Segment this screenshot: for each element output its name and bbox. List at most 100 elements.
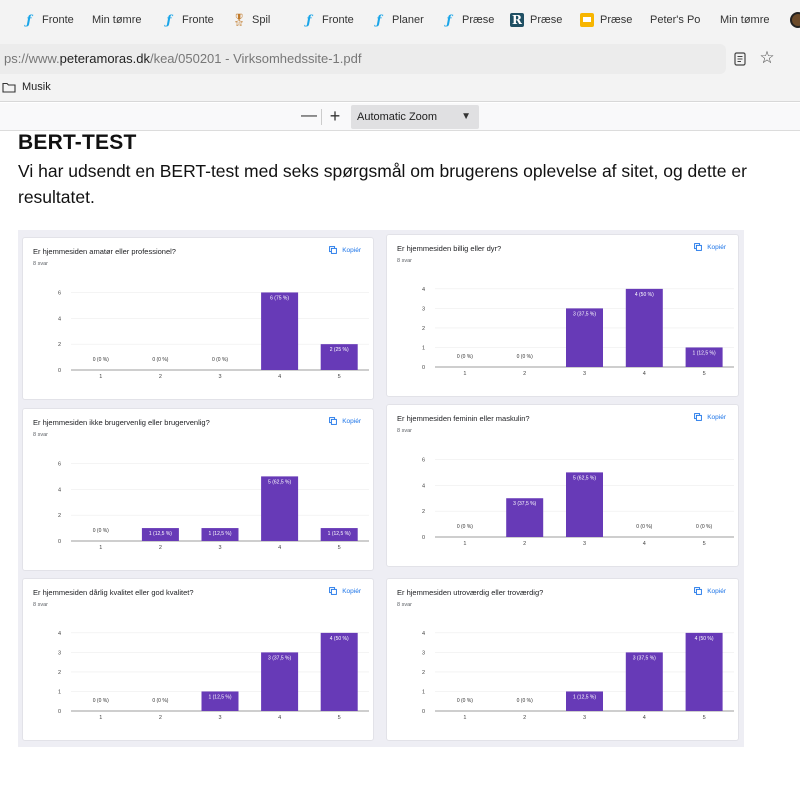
bar — [320, 632, 358, 711]
r-icon: R — [510, 13, 524, 27]
bookmark-label: Fronte — [322, 14, 354, 26]
x-tick-label: 1 — [463, 541, 466, 547]
x-tick-label: 4 — [278, 374, 281, 380]
data-label: 4 (50 %) — [330, 636, 349, 642]
x-tick-label: 3 — [583, 541, 586, 547]
bar — [685, 632, 723, 711]
frontend-icon: ƒ — [166, 13, 172, 27]
bookmark-item[interactable]: ƒ Planer — [372, 7, 432, 33]
bar — [261, 476, 299, 541]
bookmark-item[interactable]: Peter's Po — [650, 7, 708, 33]
x-tick-label: 5 — [338, 374, 341, 380]
toolbar-divider — [321, 109, 322, 125]
x-tick-label: 3 — [583, 715, 586, 721]
spil-icon: 🎖 — [231, 13, 247, 27]
data-label: 5 (62,5 %) — [268, 479, 291, 485]
y-tick-label: 0 — [58, 709, 61, 715]
data-label: 0 (0 %) — [457, 698, 473, 704]
zoom-select[interactable]: Automatic Zoom ▼ — [351, 105, 479, 129]
data-label: 3 (37,5 %) — [573, 311, 596, 317]
bookmark-item[interactable]: ƒ Fronte — [162, 7, 222, 33]
bookmark-item[interactable]: Min tømre — [720, 7, 778, 33]
bookmark-label: Præse — [530, 14, 563, 26]
bookmark-item[interactable]: 🎖 Spil — [231, 7, 278, 33]
address-row: ps://www.peteramoras.dk/kea/050201 - Vir… — [0, 40, 800, 76]
x-tick-label: 2 — [523, 715, 526, 721]
y-tick-label: 6 — [422, 457, 425, 463]
data-label: 0 (0 %) — [212, 357, 228, 363]
x-tick-label: 1 — [99, 374, 102, 380]
reader-view-icon[interactable] — [733, 52, 747, 66]
intro-paragraph: Vi har udsendt en BERT-test med seks spø… — [18, 161, 747, 207]
slides-icon — [580, 13, 594, 27]
y-tick-label: 2 — [422, 509, 425, 515]
avatar[interactable] — [790, 12, 800, 28]
url-bar[interactable]: ps://www.peteramoras.dk/kea/050201 - Vir… — [0, 44, 726, 74]
zoom-in-button[interactable]: + — [326, 107, 344, 125]
bookmark-item[interactable]: Min tømre — [92, 7, 150, 33]
data-label: 0 (0 %) — [152, 698, 168, 704]
data-label: 1 (12,5 %) — [573, 694, 596, 700]
data-label: 3 (37,5 %) — [513, 501, 536, 507]
bar-chart: 0 2 4 6 0 (0 %) 1 3 (37,5 %) 2 5 (62,5 %) 3 0 (0 %… — [422, 457, 734, 547]
y-tick-label: 4 — [422, 631, 425, 637]
bookmark-star-icon[interactable]: ☆ — [758, 49, 776, 67]
bookmark-label: Min tømre — [720, 14, 770, 26]
y-tick-label: 2 — [58, 342, 61, 348]
bookmark-label: Præse — [462, 14, 495, 26]
bookmark-folder-musik[interactable]: Musik — [2, 81, 51, 93]
data-label: 0 (0 %) — [636, 524, 652, 530]
bookmark-label: Fronte — [42, 14, 74, 26]
bookmarks-bar: ƒ Fronte Min tømre ƒ Fronte 🎖 Spil ƒ Fronte ƒ Plan… — [0, 0, 800, 40]
zoom-out-button[interactable]: — — [300, 108, 318, 126]
bookmark-item[interactable]: R Præse — [510, 7, 570, 33]
x-tick-label: 5 — [703, 715, 706, 721]
x-tick-label: 4 — [643, 371, 646, 377]
y-tick-label: 0 — [58, 368, 61, 374]
frontend-icon: ƒ — [306, 13, 312, 27]
bookmark-item[interactable]: ƒ Fronte — [22, 7, 82, 33]
y-tick-label: 0 — [422, 365, 425, 371]
bar-chart: 0 1 2 3 4 0 (0 %) 1 0 (0 %) 2 1 (12,5 %) 3 3 (37,5 … — [58, 631, 369, 721]
y-tick-label: 4 — [58, 487, 61, 493]
x-tick-label: 3 — [218, 715, 221, 721]
bookmark-label: Fronte — [182, 14, 214, 26]
data-label: 3 (37,5 %) — [633, 655, 656, 661]
y-tick-label: 2 — [58, 670, 61, 676]
x-tick-label: 2 — [159, 715, 162, 721]
data-label: 0 (0 %) — [517, 698, 533, 704]
y-tick-label: 1 — [422, 689, 425, 695]
bar — [261, 292, 299, 370]
bookmark-item[interactable]: ƒ Præse — [442, 7, 502, 33]
chart-card: Er hjemmesiden feminin eller maskulin? 8 … — [386, 404, 739, 567]
survey-results-panel: Er hjemmesiden amatør eller professionel… — [18, 230, 744, 747]
data-label: 0 (0 %) — [152, 357, 168, 363]
frontend-icon: ƒ — [446, 13, 452, 27]
y-tick-label: 3 — [422, 650, 425, 656]
y-tick-label: 2 — [58, 513, 61, 519]
x-tick-label: 2 — [159, 374, 162, 380]
y-tick-label: 3 — [422, 306, 425, 312]
data-label: 1 (12,5 %) — [693, 350, 716, 356]
x-tick-label: 4 — [643, 715, 646, 721]
y-tick-label: 4 — [58, 316, 61, 322]
frontend-icon: ƒ — [376, 13, 382, 27]
x-tick-label: 5 — [703, 371, 706, 377]
folder-icon — [2, 82, 16, 93]
data-label: 4 (50 %) — [695, 636, 714, 642]
x-tick-label: 1 — [99, 545, 102, 551]
bar-chart: 0 1 2 3 4 0 (0 %) 1 0 (0 %) 2 1 (12,5 %) 3 3 (37,5 … — [422, 631, 734, 721]
data-label: 0 (0 %) — [93, 698, 109, 704]
bookmark-item[interactable]: ƒ Fronte — [302, 7, 362, 33]
chart-card: Er hjemmesiden dårlig kvalitet eller god… — [22, 578, 374, 741]
data-label: 1 (12,5 %) — [149, 531, 172, 537]
x-tick-label: 5 — [338, 715, 341, 721]
chart-card: Er hjemmesiden billig eller dyr? 8 svar Ko… — [386, 234, 739, 397]
chart-card: Er hjemmesiden amatør eller professionel… — [22, 237, 374, 400]
y-tick-label: 0 — [422, 535, 425, 541]
y-tick-label: 6 — [58, 461, 61, 467]
url-path: /kea/050201 - Virksomhedssite-1.pdf — [149, 51, 362, 66]
bookmark-item[interactable]: Præse — [580, 7, 640, 33]
x-tick-label: 4 — [278, 545, 281, 551]
y-tick-label: 2 — [422, 670, 425, 676]
